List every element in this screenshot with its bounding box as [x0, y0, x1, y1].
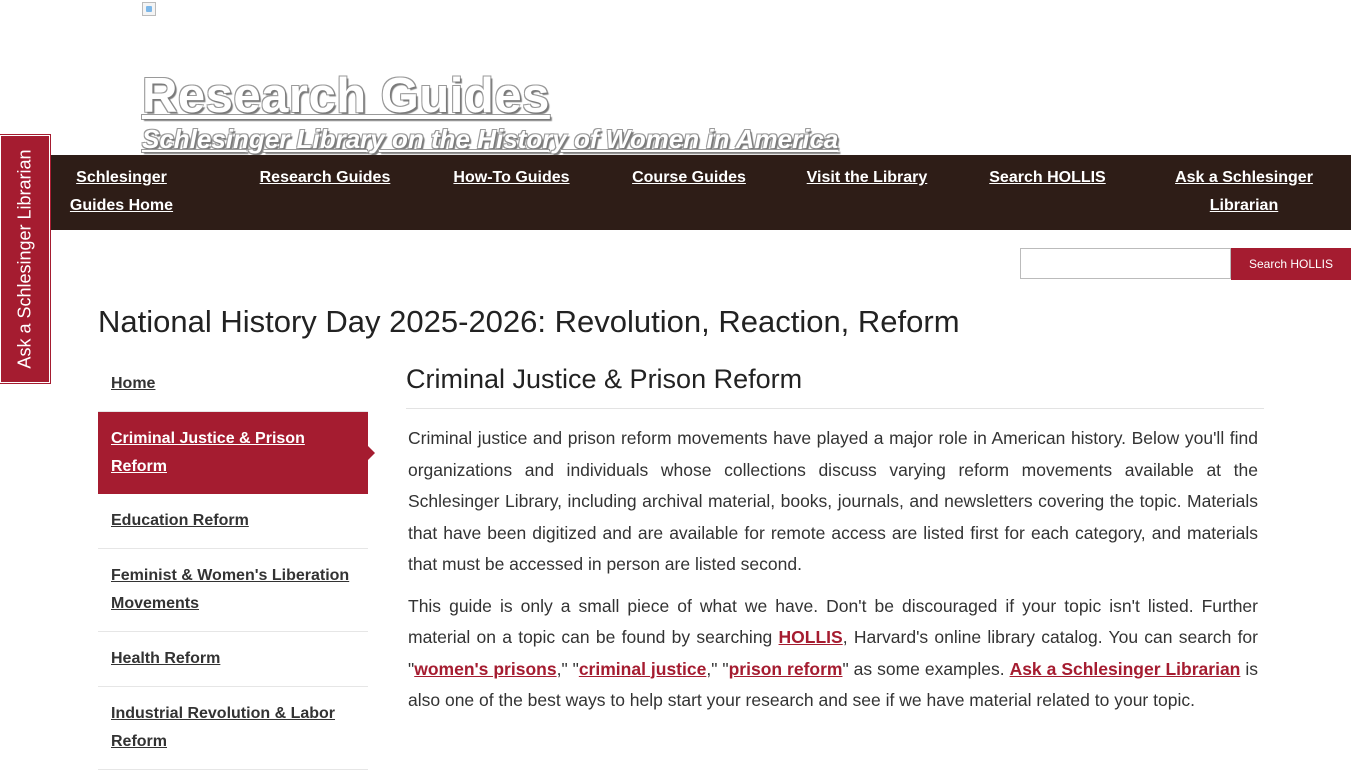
- sidebar-item-label[interactable]: Home: [111, 375, 155, 392]
- nav-link-visit-the-library[interactable]: Visit the Library: [797, 164, 937, 192]
- sidebar-item-label[interactable]: Industrial Revolution & Labor Reform: [111, 705, 335, 750]
- sidebar-item-education-reform[interactable]: Education Reform: [98, 494, 368, 549]
- search-hollis-button[interactable]: Search HOLLIS: [1231, 248, 1351, 280]
- broken-image-icon: [142, 2, 156, 16]
- sidebar-item-feminist-womens-liberation[interactable]: Feminist & Women's Liberation Movements: [98, 549, 368, 632]
- site-subtitle[interactable]: Schlesinger Library on the History of Wo…: [142, 124, 838, 154]
- hollis-link[interactable]: HOLLIS: [779, 627, 843, 647]
- sidebar-item-label[interactable]: Criminal Justice & Prison Reform: [111, 430, 305, 475]
- sidebar-item-criminal-justice-prison-reform[interactable]: Criminal Justice & Prison Reform: [98, 412, 375, 494]
- main-nav: Schlesinger Guides Home Research Guides …: [50, 155, 1351, 230]
- guide-sidebar-nav: Home Criminal Justice & Prison Reform Ed…: [98, 357, 375, 770]
- nav-link-ask-a-schlesinger-librarian[interactable]: Ask a Schlesinger Librarian: [1170, 164, 1318, 220]
- intro-paragraph: Criminal justice and prison reform movem…: [408, 428, 1258, 574]
- nav-link-search-hollis[interactable]: Search HOLLIS: [980, 164, 1115, 192]
- text-run: " as some examples.: [842, 658, 1010, 679]
- ask-librarian-side-tab-label: Ask a Schlesinger Librarian: [14, 149, 35, 369]
- site-title[interactable]: Research Guides: [142, 70, 550, 122]
- text-run: ," ": [556, 658, 579, 679]
- section-heading: Criminal Justice & Prison Reform: [406, 360, 1264, 409]
- nav-link-how-to-guides[interactable]: How-To Guides: [444, 164, 579, 192]
- nav-link-schlesinger-guides-home[interactable]: Schlesinger Guides Home: [50, 164, 193, 220]
- sidebar-item-label[interactable]: Feminist & Women's Liberation Movements: [111, 567, 349, 612]
- prison-reform-search-link[interactable]: prison reform: [729, 659, 843, 679]
- nav-link-research-guides[interactable]: Research Guides: [255, 164, 395, 192]
- ask-librarian-link[interactable]: Ask a Schlesinger Librarian: [1010, 659, 1241, 679]
- sidebar-item-home[interactable]: Home: [98, 357, 368, 412]
- ask-librarian-side-tab[interactable]: Ask a Schlesinger Librarian: [0, 135, 50, 383]
- criminal-justice-search-link[interactable]: criminal justice: [579, 659, 707, 679]
- sidebar-item-label[interactable]: Education Reform: [111, 512, 249, 529]
- hollis-search-input[interactable]: [1020, 248, 1231, 279]
- womens-prisons-search-link[interactable]: women's prisons: [414, 659, 556, 679]
- page-title: National History Day 2025-2026: Revoluti…: [98, 304, 960, 339]
- sidebar-item-industrial-revolution-labor-reform[interactable]: Industrial Revolution & Labor Reform: [98, 687, 368, 770]
- sidebar-item-health-reform[interactable]: Health Reform: [98, 632, 368, 687]
- guide-note-paragraph: This guide is only a small piece of what…: [408, 591, 1258, 717]
- text-run: ," ": [706, 658, 729, 679]
- guide-content: Criminal Justice & Prison Reform Crimina…: [400, 360, 1264, 717]
- nav-link-course-guides[interactable]: Course Guides: [624, 164, 754, 192]
- sidebar-item-label[interactable]: Health Reform: [111, 650, 220, 667]
